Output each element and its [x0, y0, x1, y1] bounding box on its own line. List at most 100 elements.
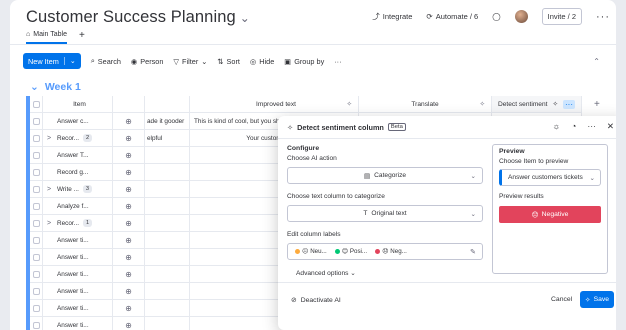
row-checkbox[interactable]	[30, 249, 43, 266]
pencil-icon[interactable]: ✎	[470, 248, 476, 256]
text-cell[interactable]	[145, 164, 190, 181]
preview-item-select[interactable]: Answer customers tickets ⌄	[499, 169, 601, 186]
row-checkbox[interactable]	[30, 147, 43, 164]
search-button[interactable]: ⌕ Search	[91, 56, 121, 66]
add-update-icon[interactable]: ⊕	[113, 249, 145, 266]
invite-button[interactable]: Invite / 2	[541, 8, 582, 25]
text-cell[interactable]	[145, 283, 190, 300]
chat-icon[interactable]: ◔	[571, 121, 576, 132]
text-cell[interactable]	[145, 215, 190, 232]
column-header-item[interactable]: Item	[43, 96, 113, 113]
add-update-icon[interactable]: ⊕	[113, 181, 145, 198]
add-view-button[interactable]: +	[79, 30, 85, 45]
expand-subitems-icon[interactable]: >	[47, 186, 53, 193]
row-checkbox[interactable]	[30, 113, 43, 130]
chat-icon[interactable]: ◯	[492, 12, 500, 21]
column-labels-field[interactable]: 😐 Neu... 😊 Posi... 😞 Neg... ✎	[287, 243, 483, 260]
deactivate-ai-button[interactable]: ⊘ Deactivate AI	[291, 296, 341, 305]
add-update-icon[interactable]: ⊕	[113, 232, 145, 249]
chevron-down-icon[interactable]: ⌄	[240, 11, 250, 25]
text-cell[interactable]	[145, 266, 190, 283]
add-update-icon[interactable]: ⊕	[113, 283, 145, 300]
add-column-button[interactable]: +	[594, 96, 600, 113]
row-checkbox[interactable]	[30, 164, 43, 181]
filter-button[interactable]: ▽ Filter ⌄	[173, 57, 207, 66]
item-name-cell[interactable]: Answer c...	[43, 113, 113, 130]
text-column-select[interactable]: T Original text ⌄	[287, 205, 483, 222]
item-name-cell[interactable]: Answer ti...	[43, 249, 113, 266]
more-options-icon[interactable]: ···	[587, 121, 596, 132]
more-options-icon[interactable]: ···	[596, 11, 610, 23]
row-checkbox[interactable]	[30, 283, 43, 300]
collapse-icon[interactable]: ⌃	[593, 57, 600, 66]
row-checkbox[interactable]	[30, 130, 43, 147]
more-toolbar-icon[interactable]: ···	[334, 57, 341, 66]
negative-emoji-icon: 😞	[382, 248, 389, 255]
automate-button[interactable]: ⟳ Automate / 6	[426, 12, 478, 21]
expand-subitems-icon[interactable]: >	[47, 220, 53, 227]
row-checkbox[interactable]	[30, 300, 43, 317]
add-update-icon[interactable]: ⊕	[113, 130, 145, 147]
text-cell[interactable]	[145, 317, 190, 330]
column-header-detect[interactable]: Detect sentiment ✧ ···	[492, 96, 582, 113]
text-cell[interactable]: ade it gooder	[145, 113, 190, 130]
add-update-icon[interactable]: ⊕	[113, 317, 145, 330]
item-name-cell[interactable]: Answer ti...	[43, 300, 113, 317]
row-checkbox[interactable]	[30, 232, 43, 249]
item-name-cell[interactable]: Analyze f...	[43, 198, 113, 215]
row-checkbox[interactable]	[30, 181, 43, 198]
board-title-text: Customer Success Planning	[26, 8, 236, 26]
item-name-cell[interactable]: Answer ti...	[43, 232, 113, 249]
integrate-button[interactable]: ⤴ Integrate	[372, 11, 412, 22]
column-header-translate[interactable]: Translate ✧	[359, 96, 492, 113]
item-name-cell[interactable]: > Recor... 2	[43, 130, 113, 147]
save-button[interactable]: ✧ Save	[580, 291, 614, 308]
expand-subitems-icon[interactable]: >	[47, 135, 53, 142]
item-name-cell[interactable]: > Recor... 1	[43, 215, 113, 232]
new-item-button[interactable]: New Item ⌄	[23, 53, 81, 69]
add-update-icon[interactable]: ⊕	[113, 113, 145, 130]
row-checkbox[interactable]	[30, 215, 43, 232]
tab-main-table[interactable]: ⌂ Main Table	[26, 31, 67, 44]
row-checkbox[interactable]	[30, 266, 43, 283]
ai-action-select[interactable]: ▤ Categorize ⌄	[287, 167, 483, 184]
text-cell[interactable]	[145, 300, 190, 317]
item-name-cell[interactable]: Answer ti...	[43, 283, 113, 300]
item-name-cell[interactable]: Answer T...	[43, 147, 113, 164]
add-update-icon[interactable]: ⊕	[113, 215, 145, 232]
add-update-icon[interactable]: ⊕	[113, 147, 145, 164]
board-title[interactable]: Customer Success Planning ⌄	[26, 8, 250, 27]
add-update-icon[interactable]: ⊕	[113, 300, 145, 317]
add-update-icon[interactable]: ⊕	[113, 198, 145, 215]
column-menu-icon[interactable]: ···	[562, 99, 575, 109]
text-cell[interactable]	[145, 232, 190, 249]
column-header-improved[interactable]: Improved text ✧	[190, 96, 359, 113]
cancel-button[interactable]: Cancel	[551, 296, 572, 303]
text-cell[interactable]: elpful	[145, 130, 190, 147]
text-cell[interactable]	[145, 181, 190, 198]
chevron-down-icon[interactable]: ⌄	[30, 81, 39, 93]
group-header[interactable]: ⌄ Week 1	[30, 81, 81, 93]
row-checkbox[interactable]	[30, 317, 43, 330]
close-icon[interactable]: ✕	[607, 121, 614, 132]
feedback-icon[interactable]: ☼	[552, 121, 560, 132]
item-name-cell[interactable]: Answer ti...	[43, 317, 113, 330]
text-cell[interactable]	[145, 249, 190, 266]
avatar[interactable]	[514, 10, 528, 23]
row-checkbox[interactable]	[30, 198, 43, 215]
select-all-checkbox[interactable]	[30, 96, 43, 113]
item-name-cell[interactable]: Answer ti...	[43, 266, 113, 283]
person-filter-button[interactable]: ◉ Person	[131, 57, 164, 66]
advanced-options-toggle[interactable]: Advanced options ⌄	[287, 269, 483, 277]
chevron-down-icon[interactable]: ⌄	[63, 57, 81, 65]
add-update-icon[interactable]: ⊕	[113, 164, 145, 181]
label-color-dot	[375, 249, 381, 254]
text-cell[interactable]	[145, 198, 190, 215]
hide-button[interactable]: ◎ Hide	[250, 57, 274, 66]
item-name-cell[interactable]: > Write ... 3	[43, 181, 113, 198]
sort-button[interactable]: ⇅ Sort	[217, 57, 240, 66]
group-by-button[interactable]: ▣ Group by	[284, 57, 324, 66]
add-update-icon[interactable]: ⊕	[113, 266, 145, 283]
item-name-cell[interactable]: Record g...	[43, 164, 113, 181]
text-cell[interactable]	[145, 147, 190, 164]
